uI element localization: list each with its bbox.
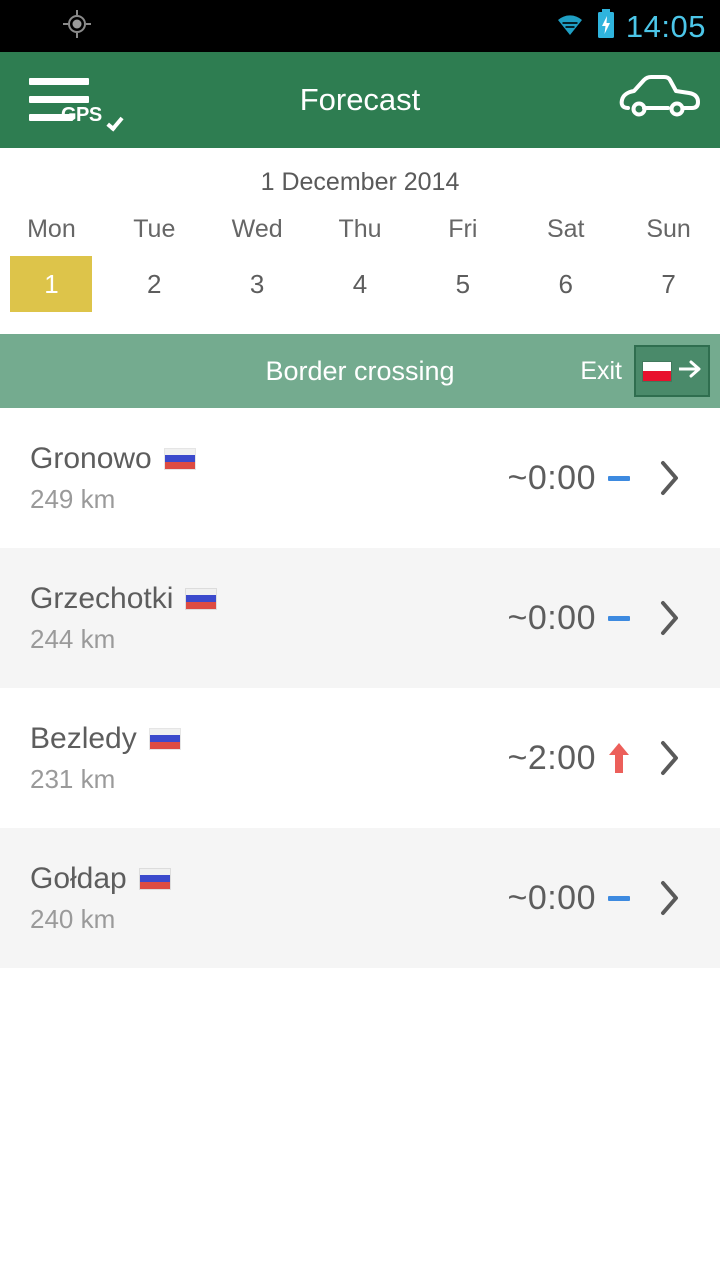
day-name: Sat — [546, 215, 585, 243]
crossing-name: Gołdap — [30, 861, 127, 895]
row-info: Gronowo 249 km — [30, 442, 196, 515]
trend-flat-icon — [596, 475, 642, 481]
row-title-line: Gronowo — [30, 442, 196, 476]
battery-charging-icon — [596, 8, 616, 44]
table-row[interactable]: Grzechotki 244 km ~0:00 — [0, 548, 720, 688]
day-name: Fri — [448, 215, 478, 243]
crossing-name: Gronowo — [30, 441, 152, 475]
row-title-line: Bezledy — [30, 722, 181, 756]
status-clock: 14:05 — [625, 8, 706, 44]
calendar-day-6[interactable]: 6 — [525, 256, 607, 312]
russia-flag-icon — [148, 727, 181, 750]
crossing-distance: 231 km — [30, 763, 116, 794]
status-left-icons — [62, 9, 92, 44]
calendar-day-2[interactable]: 2 — [113, 256, 195, 312]
day-name: Wed — [231, 215, 283, 243]
russia-flag-icon — [163, 447, 196, 470]
wifi-icon — [554, 11, 586, 42]
russia-flag-icon — [138, 867, 171, 890]
poland-flag-icon — [641, 360, 672, 382]
row-info: Bezledy 231 km — [30, 722, 181, 795]
chevron-right-icon[interactable] — [642, 599, 698, 637]
row-status: ~2:00 — [507, 739, 698, 778]
day-name: Tue — [133, 215, 176, 243]
wait-time: ~0:00 — [507, 598, 596, 637]
border-crossing-header: Border crossing Exit — [0, 334, 720, 408]
calendar-day-5[interactable]: 5 — [422, 256, 504, 312]
table-row[interactable]: Gronowo 249 km ~0:00 — [0, 408, 720, 548]
wait-time: ~0:00 — [507, 878, 596, 917]
row-title-line: Grzechotki — [30, 581, 218, 616]
calendar-section: 1 December 2014 Mon Tue Wed Thu Fri Sat … — [0, 148, 720, 334]
gps-crosshair-icon — [62, 9, 92, 44]
row-status: ~0:00 — [507, 459, 698, 498]
wait-time: ~2:00 — [507, 738, 596, 777]
row-status: ~0:00 — [507, 599, 698, 638]
calendar-day-numbers: 1 2 3 4 5 6 7 — [0, 248, 720, 334]
row-title-line: Gołdap — [30, 862, 171, 896]
wait-time: ~0:00 — [507, 458, 596, 497]
gps-label: GPS — [61, 104, 102, 126]
trend-flat-icon — [596, 895, 642, 901]
row-info: Gołdap 240 km — [30, 862, 171, 935]
exit-direction-button[interactable] — [634, 345, 710, 397]
calendar-day-7[interactable]: 7 — [628, 256, 710, 312]
calendar-day-4[interactable]: 4 — [319, 256, 401, 312]
chevron-right-icon[interactable] — [642, 739, 698, 777]
crossing-name: Grzechotki — [30, 581, 174, 615]
calendar-day-3[interactable]: 3 — [216, 256, 298, 312]
vehicle-type-button[interactable] — [600, 52, 720, 148]
table-row[interactable]: Gołdap 240 km ~0:00 — [0, 828, 720, 968]
table-row[interactable]: Bezledy 231 km ~2:00 — [0, 688, 720, 828]
crossing-distance: 244 km — [30, 623, 116, 654]
check-icon — [106, 113, 124, 132]
arrow-right-icon — [677, 358, 703, 385]
app-toolbar: GPS Forecast — [0, 52, 720, 148]
border-crossing-list: Gronowo 249 km ~0:00 Grzechotki 244 km ~… — [0, 408, 720, 968]
day-name: Thu — [338, 215, 382, 243]
day-name: Sun — [646, 215, 691, 243]
exit-label: Exit — [580, 356, 622, 385]
row-status: ~0:00 — [507, 879, 698, 918]
car-icon — [618, 74, 702, 127]
russia-flag-icon — [185, 587, 218, 610]
section-right-controls: Exit — [580, 345, 710, 397]
crossing-distance: 240 km — [30, 903, 116, 934]
calendar-day-names: Mon Tue Wed Thu Fri Sat Sun — [0, 205, 720, 248]
day-name: Mon — [27, 215, 76, 243]
crossing-name: Bezledy — [30, 721, 137, 755]
status-right-icons: 14:05 — [554, 8, 706, 44]
menu-gps-button[interactable]: GPS — [0, 52, 124, 148]
hamburger-gps-icon: GPS — [29, 74, 124, 132]
chevron-right-icon[interactable] — [642, 459, 698, 497]
calendar-date-title: 1 December 2014 — [260, 168, 460, 196]
calendar-day-1[interactable]: 1 — [10, 256, 93, 312]
status-bar: 14:05 — [0, 0, 720, 52]
row-info: Grzechotki 244 km — [30, 581, 218, 655]
chevron-right-icon[interactable] — [642, 879, 698, 917]
crossing-distance: 249 km — [30, 483, 116, 514]
trend-flat-icon — [596, 615, 642, 621]
trend-up-icon — [596, 741, 642, 775]
